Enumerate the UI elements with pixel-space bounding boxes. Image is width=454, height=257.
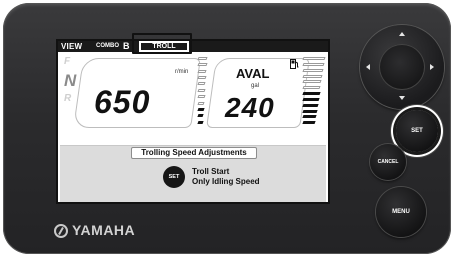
brand-name: YAMAHA bbox=[72, 222, 136, 238]
rpm-value: 650 bbox=[94, 84, 151, 120]
fuel-gauge-bar bbox=[302, 92, 321, 95]
rpm-gauge-bar bbox=[197, 69, 207, 73]
rpm-gauge-bar bbox=[197, 76, 207, 80]
fuel-gauge-bar bbox=[302, 97, 320, 101]
set-badge-icon: SET bbox=[163, 166, 185, 188]
fuel-gauge-bar bbox=[302, 109, 318, 113]
fuel-gauge-bar bbox=[302, 103, 319, 107]
display-screen: VIEW COMBO B TROLL F N R r/min 650 AVAL … bbox=[56, 39, 330, 204]
screen-top-bar: VIEW COMBO B TROLL bbox=[58, 41, 328, 52]
rpm-gauge-bar bbox=[197, 88, 206, 92]
trolling-message-line2: Only Idling Speed bbox=[192, 177, 260, 186]
trolling-message-line1: Troll Start bbox=[192, 167, 230, 176]
fuel-gauge-bar bbox=[302, 57, 326, 60]
arrow-right-icon[interactable] bbox=[430, 64, 434, 70]
fuel-value: 240 bbox=[225, 92, 275, 123]
view-label: VIEW bbox=[61, 42, 83, 51]
fuel-gauge-bar bbox=[302, 68, 324, 72]
rpm-gauge-bar bbox=[197, 95, 206, 99]
menu-button[interactable]: MENU bbox=[376, 187, 426, 237]
trolling-message-title: Trolling Speed Adjustments bbox=[131, 147, 257, 159]
fuel-gauge-bar bbox=[302, 62, 325, 66]
fuel-gauge-bar bbox=[302, 121, 316, 125]
cancel-button[interactable]: CANCEL bbox=[370, 144, 406, 180]
rpm-gauge-bar bbox=[197, 114, 204, 118]
troll-tab-highlight bbox=[132, 33, 192, 54]
rpm-gauge-bar bbox=[197, 107, 205, 111]
rpm-gauge-bar bbox=[197, 82, 206, 86]
brand-logo: YAMAHA bbox=[54, 222, 144, 240]
fuel-gauge-bar bbox=[302, 115, 317, 119]
arrow-up-icon[interactable] bbox=[399, 32, 405, 36]
set-button[interactable]: SET bbox=[396, 110, 438, 152]
tuning-fork-emblem-icon bbox=[54, 224, 68, 238]
rpm-unit: r/min bbox=[175, 69, 189, 75]
arrow-down-icon[interactable] bbox=[399, 96, 405, 100]
gear-forward: F bbox=[64, 56, 71, 67]
rpm-gauge-bar bbox=[197, 63, 208, 67]
dpad-center[interactable] bbox=[379, 44, 425, 90]
fuel-gauge-bar bbox=[302, 74, 323, 78]
fuel-unit: gal bbox=[251, 83, 260, 89]
fuel-pump-icon bbox=[290, 59, 299, 69]
arrow-left-icon[interactable] bbox=[366, 64, 370, 70]
fuel-gauge-bar bbox=[302, 80, 322, 84]
rpm-gauge-bar bbox=[197, 101, 205, 105]
gear-reverse: R bbox=[64, 93, 72, 104]
combo-letter: B bbox=[123, 41, 130, 51]
rpm-gauge-bar bbox=[197, 120, 204, 124]
fuel-title: AVAL bbox=[236, 66, 270, 81]
fuel-gauge-bar bbox=[302, 86, 321, 90]
rpm-gauge-bar bbox=[197, 57, 208, 60]
gear-neutral: N bbox=[64, 71, 77, 90]
combo-label: COMBO bbox=[96, 43, 119, 49]
